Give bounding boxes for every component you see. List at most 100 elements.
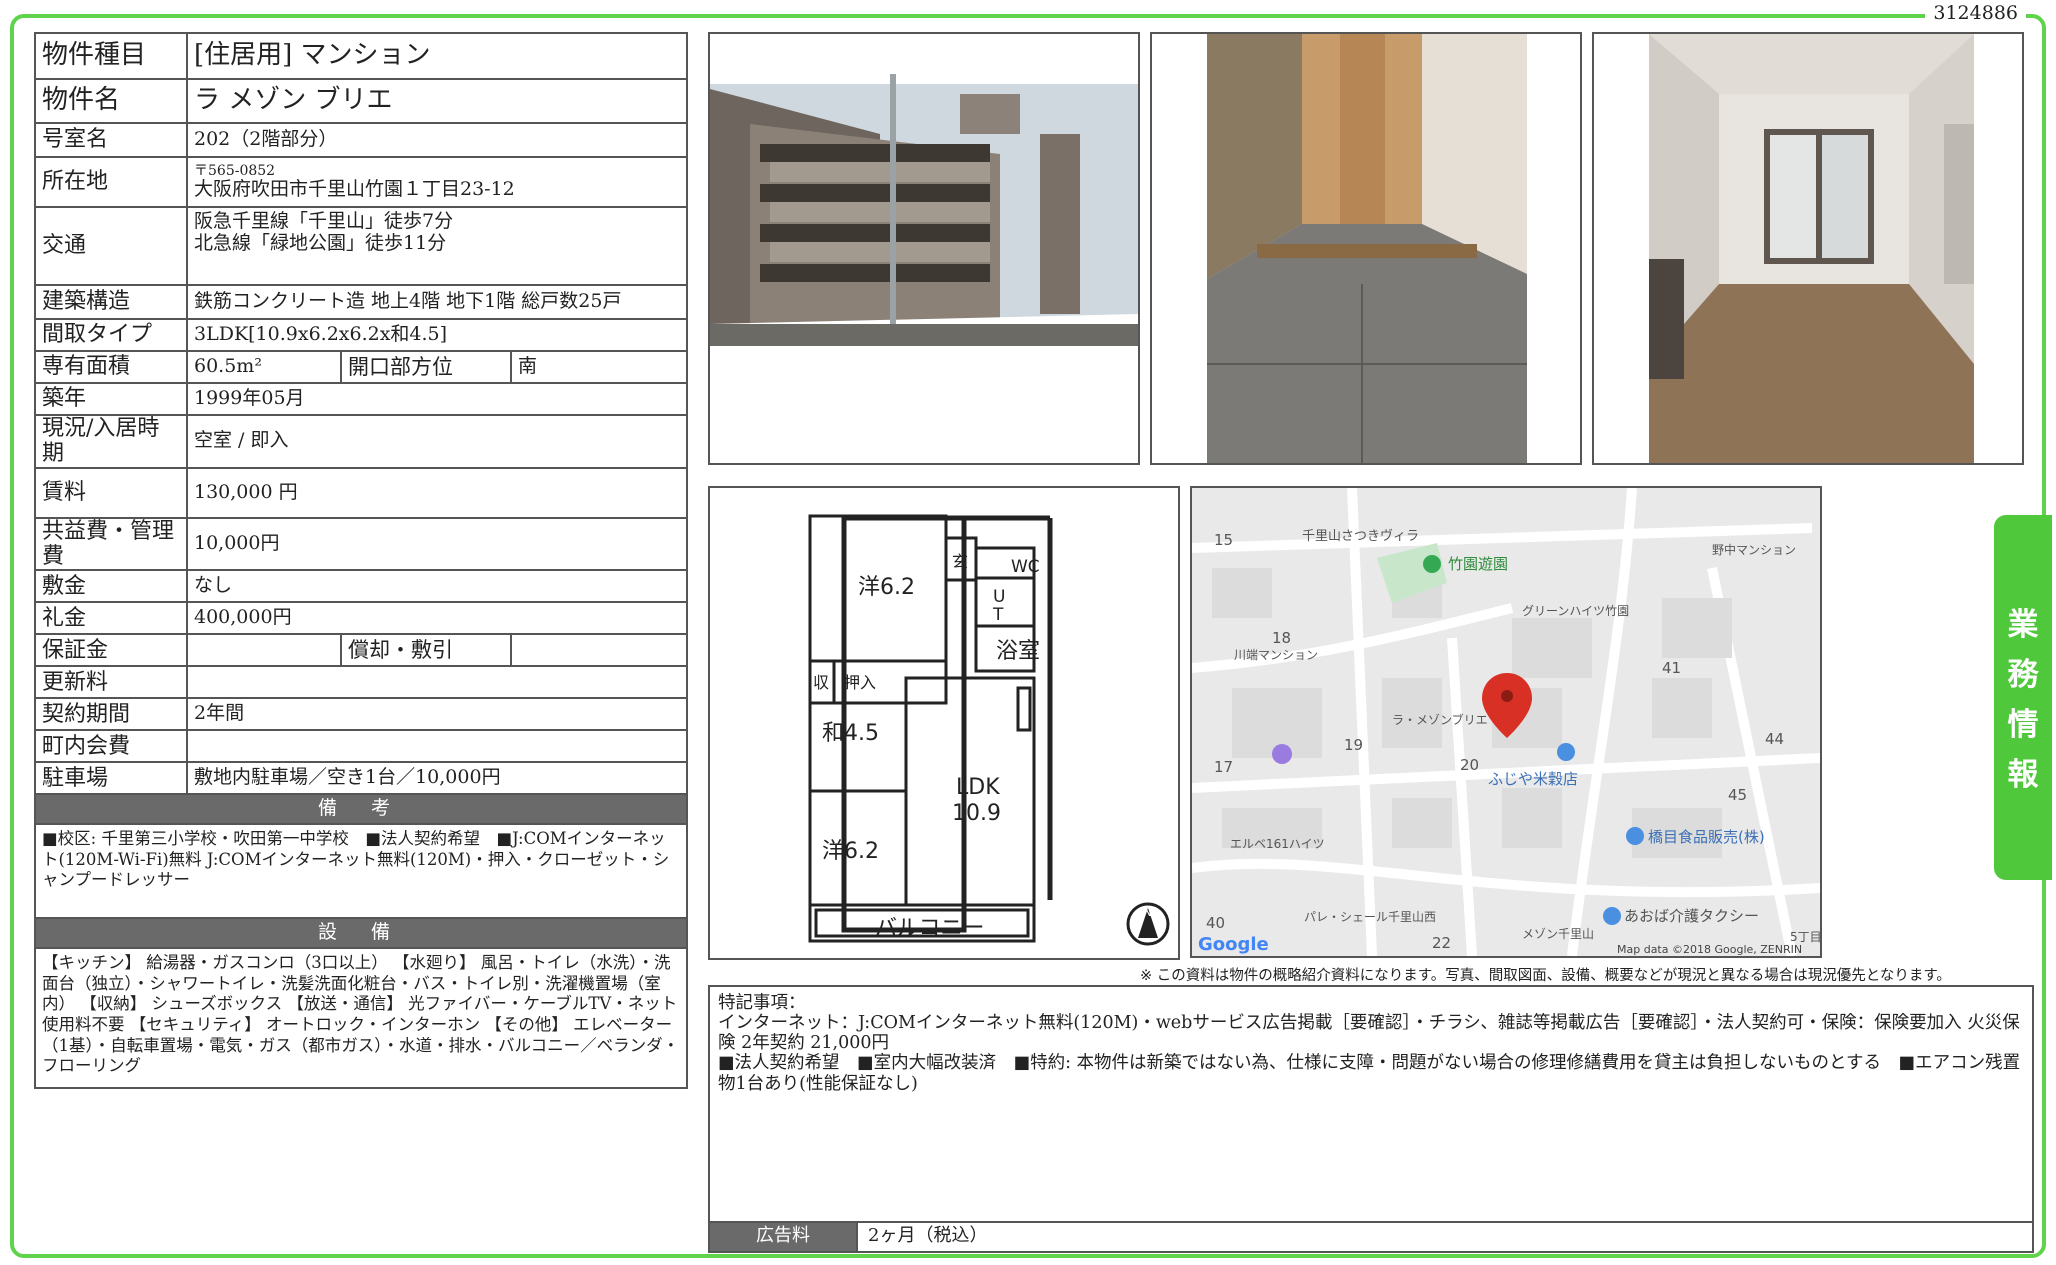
document-id: 3124886 [1925, 2, 2026, 24]
label-type: 物件種目 [34, 32, 188, 80]
svg-text:20: 20 [1460, 756, 1479, 774]
value-key-money: 400,000円 [185, 601, 689, 636]
facilities-text: 【キッチン】 給湯器・ガスコンロ（3口以上） 【水廻り】 風呂・トイレ（水洗）・… [33, 947, 689, 1090]
remarks-text: ■校区: 千里第三小学校・吹田第一中学校 ■法人契約希望 ■J:COMインターネ… [33, 823, 689, 920]
room-label: 和4.5 [822, 721, 879, 746]
svg-text:あおば介護タクシー: あおば介護タクシー [1624, 907, 1759, 925]
room-label: 押入 [844, 673, 876, 692]
special-notes-box: 特記事項： インターネット：J:COMインターネット無料(120M)・webサー… [708, 985, 2034, 1253]
photo-entrance[interactable] [1150, 32, 1582, 465]
svg-text:5丁目: 5丁目 [1790, 930, 1820, 944]
room-label: 洋6.2 [822, 839, 879, 864]
value-structure: 鉄筋コンクリート造 地上4階 地下1階 総戸数25戸 [185, 284, 689, 320]
room-label: WC [1011, 557, 1040, 577]
label-amortization: 償却・敷引 [340, 633, 512, 668]
photo-exterior[interactable] [708, 32, 1140, 465]
svg-text:ふじや米穀店: ふじや米穀店 [1488, 770, 1578, 788]
label-town-fee: 町内会費 [34, 729, 188, 764]
svg-text:Map data ©2018 Google, ZENRIN: Map data ©2018 Google, ZENRIN [1617, 943, 1802, 956]
location-map[interactable]: 15 千里山さつきヴィラ 竹園遊園 野中マンション グリーンハイツ竹園 18 川… [1190, 486, 1822, 958]
label-room: 号室名 [34, 122, 188, 158]
svg-text:Google: Google [1198, 934, 1269, 955]
svg-text:グリーンハイツ竹園: グリーンハイツ竹園 [1522, 604, 1629, 618]
photo-living-room[interactable] [1592, 32, 2024, 465]
value-amortization [509, 633, 689, 668]
floor-plan-drawing: 洋6.2 玄 WC U T 浴室 収 押入 和4.5 LDK 10.9 洋6.2… [808, 514, 1170, 946]
access-line-1: 阪急千里線「千里山」徒歩7分 [194, 210, 454, 232]
svg-text:18: 18 [1272, 629, 1291, 647]
value-orientation: 南 [509, 350, 689, 384]
room-label: 浴室 [996, 639, 1040, 664]
value-name: ラ メゾン ブリエ [185, 78, 689, 124]
label-key-money: 礼金 [34, 601, 188, 636]
label-built: 築年 [34, 382, 188, 416]
label-parking: 駐車場 [34, 761, 188, 796]
value-town-fee [185, 729, 689, 764]
entrance-image [1152, 34, 1580, 463]
label-layout: 間取タイプ [34, 318, 188, 352]
svg-text:ラ・メゾンブリエ: ラ・メゾンブリエ [1392, 712, 1488, 727]
access-line-2: 北急線「緑地公園」徒歩11分 [194, 231, 447, 254]
svg-text:竹園遊園: 竹園遊園 [1448, 555, 1508, 573]
value-fee: 10,000円 [185, 516, 689, 572]
room-label: 玄 [952, 552, 968, 571]
ad-fee-row: 広告料 2ヶ月（税込） [710, 1221, 2032, 1251]
label-fee: 共益費・管理費 [34, 516, 188, 572]
svg-text:エルベ161ハイツ: エルベ161ハイツ [1230, 837, 1325, 851]
label-access: 交通 [34, 206, 188, 286]
remarks-header: 備 考 [33, 793, 689, 826]
room-label: 洋6.2 [858, 575, 915, 600]
label-deposit: 敷金 [34, 569, 188, 604]
value-contract: 2年間 [185, 697, 689, 732]
value-address: 〒565-0852 大阪府吹田市千里山竹園１丁目23-12 [185, 156, 689, 208]
room-label: T [992, 605, 1004, 625]
svg-text:メゾン千里山: メゾン千里山 [1522, 927, 1594, 941]
label-area: 専有面積 [34, 350, 188, 384]
property-info-table: 物件種目 [住居用] マンション 物件名ラ メゾン ブリエ 号室名 202（2階部分… [33, 32, 689, 1090]
svg-text:41: 41 [1662, 659, 1681, 677]
svg-text:40: 40 [1206, 914, 1225, 932]
value-parking: 敷地内駐車場／空き1台／10,000円 [185, 761, 689, 796]
svg-text:川端マンション: 川端マンション [1234, 648, 1318, 662]
value-area: 60.5m² [186, 350, 342, 384]
value-deposit: なし [185, 569, 689, 604]
disclaimer-note: ※ この資料は物件の概略紹介資料になります。写真、間取図面、設備、概要などが現況… [1140, 968, 1951, 984]
svg-text:15: 15 [1214, 531, 1233, 549]
map-image: 15 千里山さつきヴィラ 竹園遊園 野中マンション グリーンハイツ竹園 18 川… [1192, 488, 1820, 956]
special-notes-line-2: ■法人契約希望 ■室内大幅改装済 ■特約: 本物件は新築ではない為、仕様に支障・… [718, 1053, 2021, 1094]
value-layout: 3LDK[10.9x6.2x6.2x和4.5] [185, 318, 689, 352]
label-contract: 契約期間 [34, 697, 188, 732]
side-tab-char: 務 [2007, 657, 2039, 693]
svg-text:パレ・シェール千里山西: パレ・シェール千里山西 [1304, 910, 1436, 924]
svg-text:44: 44 [1765, 730, 1784, 748]
value-renewal [185, 665, 689, 700]
value-type: [住居用] マンション [185, 32, 689, 80]
value-rent: 130,000 円 [185, 466, 689, 519]
side-tab-char: 報 [2007, 757, 2039, 793]
room-label: U [993, 587, 1005, 607]
ad-fee-value: 2ヶ月（税込） [856, 1223, 987, 1251]
side-tab-char: 情 [2007, 707, 2039, 743]
label-name: 物件名 [34, 78, 188, 124]
value-room: 202（2階部分） [185, 122, 689, 158]
value-status: 空室 / 即入 [185, 414, 689, 469]
room-label: バルコニー [875, 916, 985, 941]
label-address: 所在地 [34, 156, 188, 208]
label-guarantee: 保証金 [34, 633, 188, 668]
exterior-image [710, 34, 1138, 463]
value-guarantee [186, 633, 342, 668]
zip-code: 〒565-0852 [194, 163, 276, 180]
svg-text:45: 45 [1728, 786, 1747, 804]
svg-text:橋目食品販売(株): 橋目食品販売(株) [1648, 828, 1765, 846]
svg-text:千里山さつきヴィラ: 千里山さつきヴィラ [1302, 528, 1419, 544]
room-label: 10.9 [952, 801, 1001, 826]
room-label: 収 [813, 673, 829, 692]
label-renewal: 更新料 [34, 665, 188, 700]
value-access: 阪急千里線「千里山」徒歩7分 北急線「緑地公園」徒歩11分 [185, 206, 689, 286]
floor-plan[interactable]: 洋6.2 玄 WC U T 浴室 収 押入 和4.5 LDK 10.9 洋6.2… [708, 486, 1180, 960]
side-tab-business-info[interactable]: 業 務 情 報 [1994, 515, 2052, 880]
svg-text:22: 22 [1432, 934, 1451, 952]
address-text: 大阪府吹田市千里山竹園１丁目23-12 [194, 178, 515, 201]
svg-text:19: 19 [1344, 736, 1363, 754]
label-status: 現況/入居時期 [34, 414, 188, 469]
